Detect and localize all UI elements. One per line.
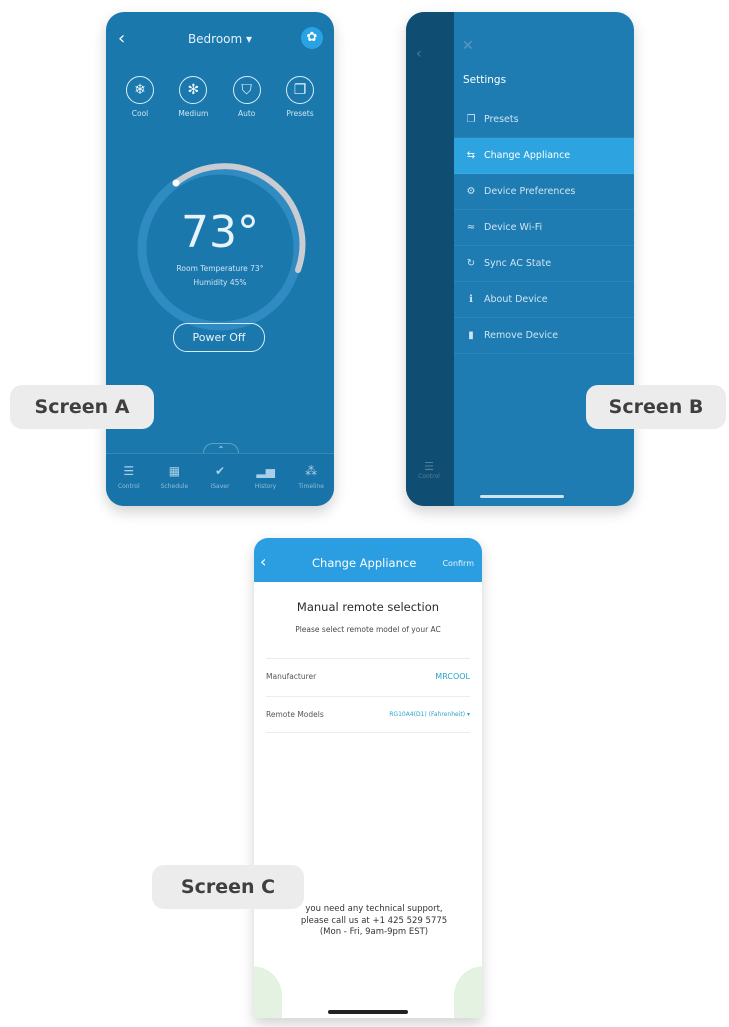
presets-button[interactable]: ❐ Presets (276, 76, 324, 118)
control-icon: ☰ (424, 460, 434, 473)
remote-models-row[interactable]: Remote Models RG10A4(D1) (Fahrenheit) ▾ (266, 696, 470, 733)
calendar-icon: ▦ (168, 464, 181, 478)
menu-item-label: Change Appliance (484, 150, 571, 161)
page-title: Change Appliance (312, 556, 417, 570)
gear-icon[interactable]: ✿ (301, 27, 323, 49)
menu-item-about-device[interactable]: ℹ About Device (454, 282, 634, 318)
mode-label: Auto (237, 109, 256, 118)
tab-history[interactable]: ▂▅ History (246, 454, 286, 506)
fan-speed-button[interactable]: ✻ Medium (169, 76, 217, 118)
menu-item-presets[interactable]: ❐ Presets (454, 102, 634, 138)
menu-item-label: Remove Device (484, 330, 559, 341)
tab-isaver[interactable]: ✔ iSaver (200, 454, 240, 506)
settings-title: Settings (463, 74, 507, 86)
remote-models-label: Remote Models (266, 710, 324, 719)
dimmed-background-panel[interactable]: ‹ ☰ Control (406, 12, 454, 506)
control-icon: ☰ (123, 464, 135, 478)
gear-icon: ⚙ (466, 186, 476, 197)
menu-item-label: Presets (484, 114, 519, 125)
screen-c-phone: ‹ Change Appliance Confirm Manual remote… (254, 538, 482, 1018)
dial-knob[interactable] (172, 179, 180, 187)
manufacturer-value[interactable]: MRCOOL (435, 672, 470, 681)
tab-label: Timeline (298, 483, 324, 490)
mode-row: ❄ Cool ✻ Medium ⛉ Auto ❐ Presets (116, 76, 324, 118)
mode-label: Medium (178, 109, 209, 118)
room-selector[interactable]: Bedroom ▾ (106, 32, 334, 46)
control-label: Control (418, 473, 440, 480)
check-icon: ✔ (214, 464, 226, 478)
back-icon: ‹ (416, 46, 422, 62)
screen-c-label: Screen C (152, 865, 304, 909)
wifi-icon: ≈ (466, 222, 476, 233)
menu-item-label: Sync AC State (484, 258, 552, 269)
home-indicator (480, 495, 564, 498)
leaf-decoration (254, 966, 282, 1018)
screen-a-label: Screen A (10, 385, 154, 429)
info-icon: ℹ (469, 294, 473, 305)
snowflake-icon: ❄ (126, 76, 154, 104)
support-line: (Mon - Fri, 9am-9pm EST) (319, 927, 429, 937)
power-off-button[interactable]: Power Off (173, 323, 265, 352)
presets-icon: ❐ (285, 76, 314, 104)
menu-item-change-appliance[interactable]: ⇆ Change Appliance (454, 138, 634, 174)
humidity-text: Humidity 45% (193, 278, 247, 287)
manufacturer-label: Manufacturer (266, 672, 317, 681)
support-line: please call us at +1 425 529 5775 (300, 915, 448, 926)
auto-button[interactable]: ⛉ Auto (223, 76, 271, 118)
section-title: Manual remote selection (296, 600, 440, 614)
menu-item-device-preferences[interactable]: ⚙ Device Preferences (454, 174, 634, 210)
close-icon[interactable]: ✕ (462, 38, 474, 54)
control-tab-faded: ☰ Control (412, 460, 446, 480)
settings-menu: ❐ Presets ⇆ Change Appliance ⚙ Device Pr… (454, 102, 634, 354)
tab-label: Control (117, 483, 140, 490)
home-indicator (328, 1010, 408, 1014)
confirm-button[interactable]: Confirm (442, 559, 474, 568)
menu-item-label: About Device (484, 294, 548, 305)
mode-label: Cool (131, 109, 149, 118)
tab-schedule[interactable]: ▦ Schedule (154, 454, 194, 506)
remote-models-select[interactable]: RG10A4(D1) (Fahrenheit) ▾ (389, 711, 470, 718)
sync-icon: ↻ (466, 258, 476, 269)
tab-timeline[interactable]: ⁂ Timeline (291, 454, 331, 506)
screen-b-phone: ‹ ☰ Control ✕ Settings ❐ Presets ⇆ Chang… (406, 12, 634, 506)
tab-label: Schedule (160, 483, 189, 490)
tab-label: History (254, 483, 277, 490)
menu-item-label: Device Preferences (484, 186, 576, 197)
section-subtitle: Please select remote model of your AC (295, 625, 441, 634)
bottom-tab-bar: ☰ Control ▦ Schedule ✔ iSaver ▂▅ History… (106, 453, 334, 506)
screen-c-header: ‹ Change Appliance Confirm (254, 538, 482, 582)
screen-a-header: ‹ Bedroom ▾ ✿ (106, 26, 334, 54)
menu-item-sync-ac-state[interactable]: ↻ Sync AC State (454, 246, 634, 282)
support-line: you need any technical support, (305, 904, 443, 914)
menu-item-remove-device[interactable]: ▮ Remove Device (454, 318, 634, 354)
screen-a-phone: ‹ Bedroom ▾ ✿ ❄ Cool ✻ Medium ⛉ Auto ❐ P… (106, 12, 334, 506)
trash-icon: ▮ (468, 330, 474, 341)
leaf-decoration (454, 966, 482, 1018)
swap-icon: ⇆ (466, 150, 476, 161)
mode-label: Presets (286, 109, 314, 118)
manufacturer-row[interactable]: Manufacturer MRCOOL (266, 658, 470, 694)
room-temperature-text: Room Temperature 73° (176, 264, 264, 273)
temperature-display: 73° (181, 207, 259, 258)
back-icon[interactable]: ‹ (260, 552, 266, 571)
screen-b-label: Screen B (586, 385, 726, 429)
chart-icon: ▂▅ (256, 464, 275, 478)
auto-shield-icon: ⛉ (232, 76, 261, 104)
menu-item-device-wifi[interactable]: ≈ Device Wi-Fi (454, 210, 634, 246)
timeline-icon: ⁂ (305, 464, 318, 478)
mode-cool-button[interactable]: ❄ Cool (116, 76, 164, 118)
tab-control[interactable]: ☰ Control (109, 454, 149, 506)
presets-icon: ❐ (466, 114, 476, 125)
fan-icon: ✻ (179, 76, 208, 104)
tab-label: iSaver (210, 483, 230, 490)
menu-item-label: Device Wi-Fi (484, 222, 543, 233)
support-text: you need any technical support, please c… (284, 904, 464, 939)
